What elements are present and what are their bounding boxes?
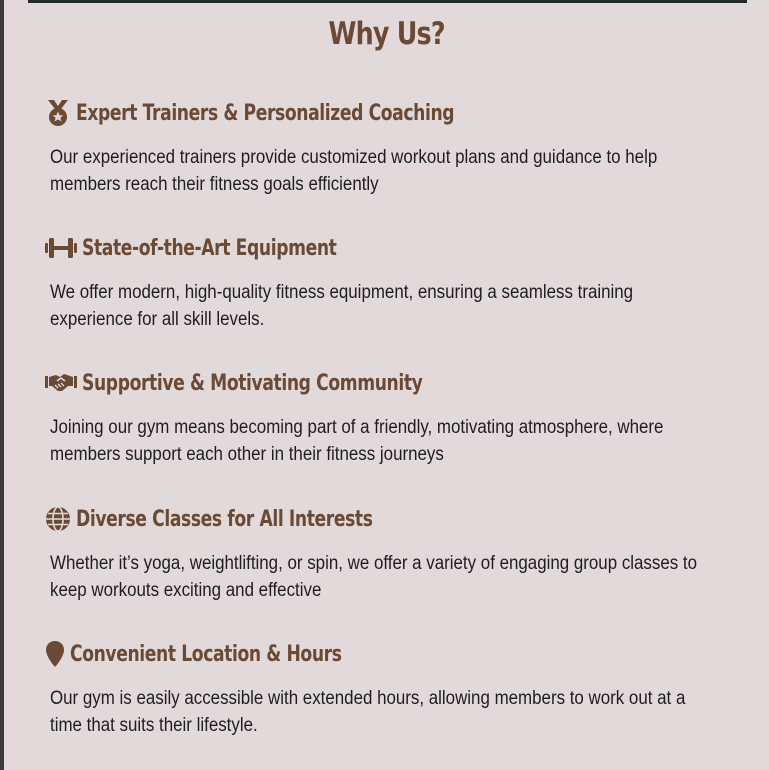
- feature-heading: Supportive & Motivating Community: [82, 370, 423, 396]
- dumbbell-icon: [44, 234, 78, 262]
- feature-heading: Expert Trainers & Personalized Coaching: [76, 100, 455, 126]
- feature-description: We offer modern, high-quality fitness eq…: [50, 282, 634, 330]
- handshake-icon: [44, 369, 78, 397]
- feature-description: Joining our gym means becoming part of a…: [50, 417, 664, 465]
- feature-description: Whether it’s yoga, weightlifting, or spi…: [50, 553, 698, 601]
- feature-heading: Diverse Classes for All Interests: [76, 506, 373, 532]
- feature-heading-row: Expert Trainers & Personalized Coaching: [44, 97, 561, 129]
- medal-icon: [44, 99, 72, 127]
- feature-heading-row: State-of-the-Art Equipment: [44, 232, 408, 264]
- feature-description: Our gym is easily accessible with extend…: [50, 688, 686, 736]
- section-title: Why Us?: [328, 16, 445, 52]
- location-pin-icon: [44, 640, 66, 668]
- globe-icon: [44, 505, 72, 533]
- feature-description: Our experienced trainers provide customi…: [50, 147, 658, 195]
- why-us-section: Why Us? Expert Trainers & Personalized C…: [4, 0, 769, 770]
- feature-heading-row: Diverse Classes for All Interests: [44, 503, 456, 535]
- feature-heading: Convenient Location & Hours: [70, 641, 342, 667]
- feature-heading-row: Convenient Location & Hours: [44, 638, 418, 670]
- feature-heading: State-of-the-Art Equipment: [82, 235, 337, 261]
- feature-heading-row: Supportive & Motivating Community: [44, 367, 519, 399]
